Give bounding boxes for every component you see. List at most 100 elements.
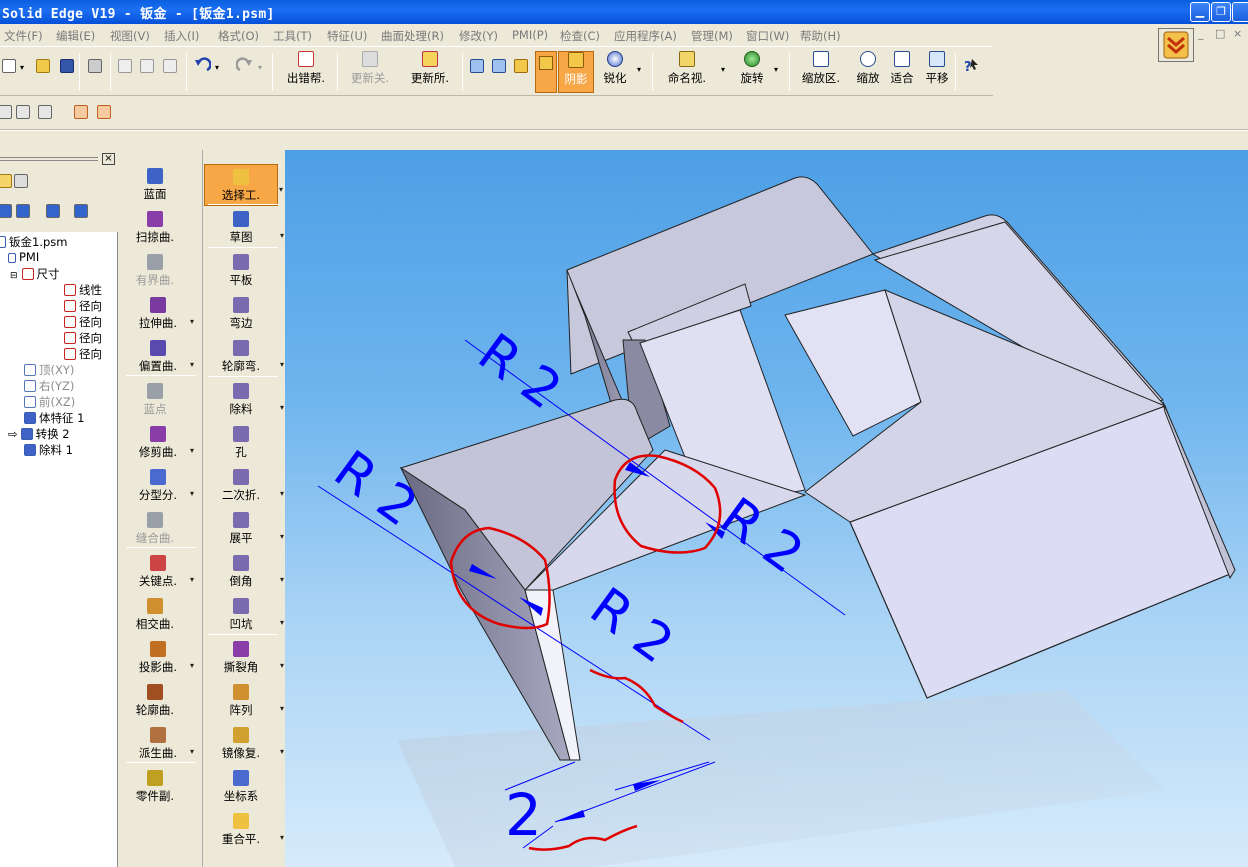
select-filter-2-icon[interactable] [95, 103, 113, 121]
fit-button[interactable]: 适合 [889, 51, 915, 93]
palette-item-sheetmetal[interactable]: 展平 ▾ [204, 512, 284, 546]
shaded-visible-edges-button[interactable] [535, 51, 557, 93]
shading-button[interactable]: 阴影 [558, 51, 594, 93]
palette-item-sheetmetal[interactable]: 坐标系 [204, 770, 278, 804]
redo-dropdown-icon[interactable]: ▾ [258, 63, 262, 72]
feature-view-icon[interactable] [14, 103, 32, 121]
dropdown-arrow-icon[interactable]: ▾ [280, 833, 284, 842]
layer-view-icon[interactable] [36, 103, 54, 121]
dropdown-arrow-icon[interactable]: ▾ [280, 575, 284, 584]
dropdown-arrow-icon[interactable]: ▾ [190, 317, 194, 326]
undo-icon[interactable] [193, 57, 212, 75]
menu-feature[interactable]: 特征(U) [327, 28, 367, 44]
palette-item-surfacing[interactable]: 有界曲. [118, 254, 192, 288]
tree-dim-radial-1[interactable]: 径向 [64, 298, 102, 314]
palette-item-sheetmetal[interactable]: 凹坑 ▾ [204, 598, 284, 632]
palette-item-surfacing[interactable]: 蓝点 [118, 383, 192, 417]
palette-item-surfacing[interactable]: 蓝面 [118, 168, 192, 202]
thickness-dimension[interactable]: 2 [505, 781, 542, 849]
restore-button[interactable]: ❐ [1211, 2, 1231, 22]
palette-item-surfacing[interactable]: 扫掠曲. [118, 211, 192, 245]
menu-insert[interactable]: 插入(I) [164, 28, 199, 44]
palette-item-surfacing[interactable]: 缝合曲. [118, 512, 192, 546]
graphics-window[interactable]: R 2 R 2 R 2 R 2 2 [285, 150, 1248, 867]
tree-dim-radial-4[interactable]: 径向 [64, 346, 102, 362]
radius-dimension-4[interactable]: R 2 [579, 577, 684, 676]
edgebar-tab-6-icon[interactable] [72, 202, 90, 220]
menu-file[interactable]: 文件(F) [4, 28, 43, 44]
close-icon[interactable]: × [102, 153, 115, 165]
minimize-button[interactable]: ▁ [1190, 2, 1210, 22]
view-iso-icon[interactable] [468, 57, 486, 75]
rotate-dropdown-icon[interactable]: ▾ [774, 65, 778, 74]
edgebar-tab-5-icon[interactable] [44, 202, 62, 220]
menu-format[interactable]: 格式(O) [218, 28, 259, 44]
dropdown-arrow-icon[interactable]: ▾ [280, 704, 284, 713]
zoom-button[interactable]: 缩放 [855, 51, 881, 93]
tree-plane-top[interactable]: 顶(XY) [24, 362, 74, 378]
palette-item-sheetmetal[interactable]: 草图 ▾ [204, 211, 284, 245]
tree-dim-radial-2[interactable]: 径向 [64, 314, 102, 330]
dropdown-arrow-icon[interactable]: ▾ [190, 575, 194, 584]
menu-edit[interactable]: 编辑(E) [56, 28, 95, 44]
tree-feature-body[interactable]: 体特征 1 [24, 410, 84, 426]
dropdown-arrow-icon[interactable]: ▾ [280, 403, 284, 412]
rotate-button[interactable]: 旋转 [738, 51, 766, 93]
tree-plane-front[interactable]: 前(XZ) [24, 394, 75, 410]
edgebar-tab-4-icon[interactable] [14, 202, 32, 220]
named-view-dropdown-icon[interactable]: ▾ [721, 65, 725, 74]
palette-item-sheetmetal[interactable]: 弯边 [204, 297, 278, 331]
palette-item-sheetmetal[interactable]: 二次折. ▾ [204, 469, 284, 503]
tree-dim-radial-3[interactable]: 径向 [64, 330, 102, 346]
menu-window[interactable]: 窗口(W) [746, 28, 789, 44]
tree-root[interactable]: 钣金1.psm [0, 234, 67, 250]
close-button[interactable] [1232, 2, 1248, 22]
menu-view[interactable]: 视图(V) [110, 28, 150, 44]
tree-dim-linear[interactable]: 线性 [64, 282, 102, 298]
collapse-icon[interactable]: ⊟ [10, 271, 18, 281]
paste-icon[interactable] [161, 57, 179, 75]
palette-item-surfacing[interactable]: 偏置曲. ▾ [118, 340, 198, 374]
tree-plane-right[interactable]: 右(YZ) [24, 378, 74, 394]
pathfinder-view-icon[interactable] [0, 103, 14, 121]
dropdown-arrow-icon[interactable]: ▾ [280, 618, 284, 627]
palette-item-surfacing[interactable]: 投影曲. ▾ [118, 641, 198, 675]
menu-surfacing[interactable]: 曲面处理(R) [381, 28, 444, 44]
named-view-button[interactable]: 命名视. [660, 51, 714, 93]
select-filter-icon[interactable] [72, 103, 90, 121]
palette-item-surfacing[interactable]: 轮廓曲. [118, 684, 192, 718]
menu-inspect[interactable]: 检查(C) [560, 28, 600, 44]
palette-item-surfacing[interactable]: 零件副. [118, 770, 192, 804]
menu-tools[interactable]: 工具(T) [273, 28, 312, 44]
doc-close-button[interactable]: × [1233, 27, 1242, 40]
collapse-ribbon-icon[interactable] [1158, 28, 1194, 62]
palette-item-sheetmetal[interactable]: 轮廓弯. ▾ [204, 340, 284, 374]
palette-item-sheetmetal[interactable]: 平板 [204, 254, 278, 288]
menu-modify[interactable]: 修改(Y) [459, 28, 498, 44]
print-icon[interactable] [86, 57, 104, 75]
cut-icon[interactable] [116, 57, 134, 75]
menu-pmi[interactable]: PMI(P) [512, 28, 548, 42]
palette-item-sheetmetal[interactable]: 镜像复. ▾ [204, 727, 284, 761]
tree-feature-convert[interactable]: ⇨ 转换 2 [8, 426, 70, 442]
dropdown-arrow-icon[interactable]: ▾ [280, 489, 284, 498]
palette-item-surfacing[interactable]: 分型分. ▾ [118, 469, 198, 503]
new-dropdown-icon[interactable]: ▾ [20, 63, 24, 72]
palette-item-sheetmetal[interactable]: 阵列 ▾ [204, 684, 284, 718]
palette-item-sheetmetal[interactable]: 除料 ▾ [204, 383, 284, 417]
palette-item-surfacing[interactable]: 关键点. ▾ [118, 555, 198, 589]
dropdown-arrow-icon[interactable]: ▾ [190, 747, 194, 756]
edgebar-tab-2-icon[interactable] [12, 172, 30, 190]
palette-item-sheetmetal[interactable]: 倒角 ▾ [204, 555, 284, 589]
pan-button[interactable]: 平移 [924, 51, 950, 93]
update-all-button[interactable]: 更新所. [404, 51, 456, 93]
view-trimetric-icon[interactable] [512, 57, 530, 75]
dropdown-arrow-icon[interactable]: ▾ [280, 360, 284, 369]
open-folder-icon[interactable] [34, 57, 52, 75]
tree-dimensions[interactable]: ⊟ 尺寸 [10, 266, 60, 282]
zoom-area-button[interactable]: 缩放区. [795, 51, 847, 93]
redo-icon[interactable] [235, 57, 254, 75]
doc-minimize-button[interactable]: _ [1198, 27, 1204, 40]
menu-help[interactable]: 帮助(H) [800, 28, 841, 44]
palette-item-sheetmetal[interactable]: 孔 [204, 426, 278, 460]
